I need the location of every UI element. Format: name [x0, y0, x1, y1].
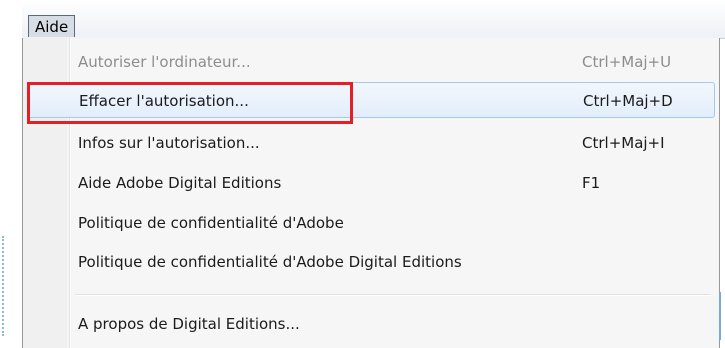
menu-item-shortcut: Ctrl+Maj+D — [583, 92, 673, 110]
menu-item-autoriser-ordinateur[interactable]: Autoriser l'ordinateur... Ctrl+Maj+U — [27, 44, 715, 80]
menu-item-shortcut: Ctrl+Maj+U — [582, 53, 672, 71]
menu-item-label: Aide Adobe Digital Editions — [78, 174, 282, 192]
menu-item-label: Politique de confidentialité d'Adobe — [78, 214, 344, 232]
aide-dropdown-menu: Autoriser l'ordinateur... Ctrl+Maj+U Eff… — [22, 38, 720, 348]
menu-item-label: A propos de Digital Editions... — [78, 315, 300, 333]
menu-item-shortcut: F1 — [582, 174, 601, 192]
menu-item-politique-adobe[interactable]: Politique de confidentialité d'Adobe — [27, 205, 715, 241]
menu-item-politique-ade[interactable]: Politique de confidentialité d'Adobe Dig… — [27, 244, 715, 280]
menu-separator — [75, 294, 711, 296]
menu-item-shortcut: Ctrl+Maj+I — [582, 134, 665, 152]
menu-item-label: Effacer l'autorisation... — [79, 92, 249, 110]
menu-bar: Aide — [22, 0, 725, 39]
window-edge — [719, 292, 721, 340]
menu-item-label: Autoriser l'ordinateur... — [78, 53, 251, 71]
menu-item-a-propos[interactable]: A propos de Digital Editions... — [27, 306, 715, 342]
dotted-decoration — [2, 236, 6, 336]
menu-item-label: Infos sur l'autorisation... — [78, 134, 260, 152]
menu-item-aide-ade[interactable]: Aide Adobe Digital Editions F1 — [27, 165, 715, 201]
menu-item-effacer-autorisation[interactable]: Effacer l'autorisation... Ctrl+Maj+D — [27, 82, 715, 118]
menu-item-label: Politique de confidentialité d'Adobe Dig… — [78, 253, 462, 271]
menu-aide[interactable]: Aide — [28, 15, 76, 37]
menu-item-infos-autorisation[interactable]: Infos sur l'autorisation... Ctrl+Maj+I — [27, 125, 715, 161]
